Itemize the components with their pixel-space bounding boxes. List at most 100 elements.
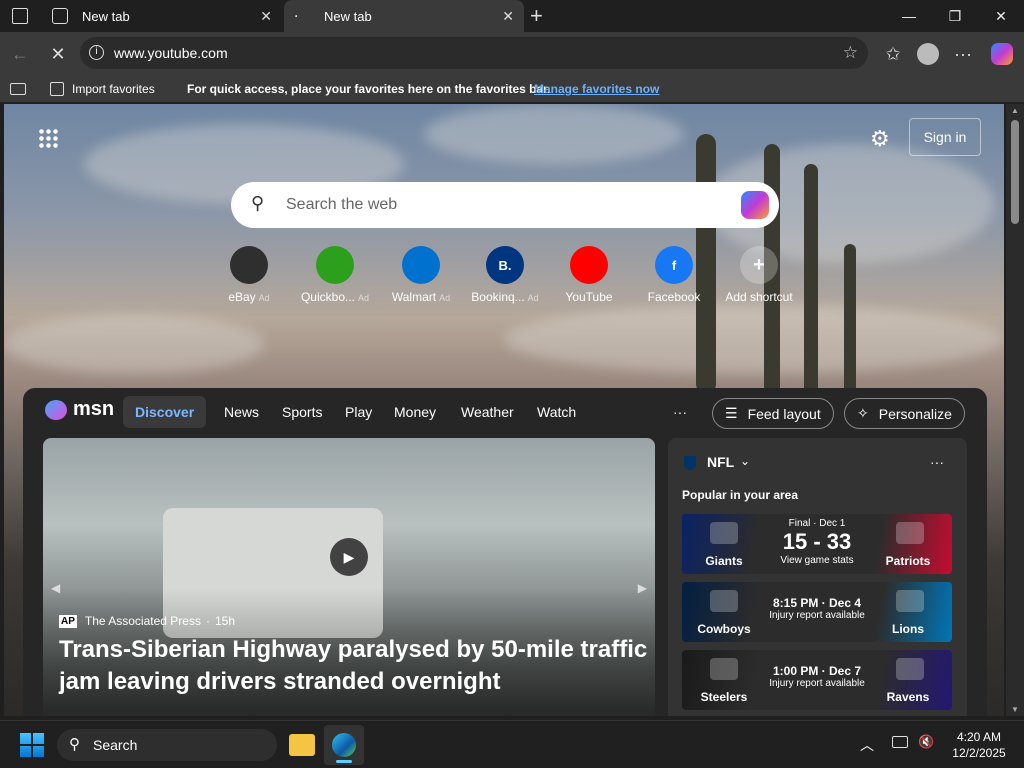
close-tab-icon[interactable]: ✕	[502, 8, 514, 25]
game-row[interactable]: Steelers Ravens 1:00 PM · Dec 7 Injury repo…	[682, 650, 952, 710]
shortcut-label: Quickbo...	[300, 290, 355, 304]
personalize-button[interactable]: ✧ Personalize	[844, 398, 965, 429]
more-options-icon[interactable]: ···	[950, 40, 976, 68]
away-team: Patriots	[885, 554, 931, 568]
game-row[interactable]: Giants Patriots Final · Dec 1 15 - 33 View g…	[682, 514, 952, 574]
shortcut-tile[interactable]: + Add shortcut	[714, 246, 804, 304]
stop-loading-icon[interactable]: ✕	[44, 40, 72, 68]
search-icon: ⚲	[251, 193, 265, 213]
file-explorer-icon[interactable]	[289, 734, 315, 756]
taskbar-search[interactable]: ⚲ Search	[57, 729, 277, 761]
shortcut-label: eBay	[228, 290, 256, 304]
close-tab-icon[interactable]: ✕	[260, 8, 272, 25]
url-text[interactable]: www.youtube.com	[114, 45, 228, 61]
import-favorites-button[interactable]: Import favorites	[72, 82, 155, 96]
butterfly-icon	[45, 399, 67, 420]
shortcut-label: Walmart	[391, 290, 437, 304]
tab-2-active[interactable]: . New tab ✕	[284, 0, 524, 32]
nfl-card: NFL ⌄ ··· Popular in your area Giants Pat…	[668, 438, 967, 716]
favorites-icon[interactable]: ✩	[880, 40, 906, 68]
feed-layout-button[interactable]: ☰ Feed layout	[712, 398, 834, 429]
clock[interactable]: 4:20 AM 12/2/2025	[946, 729, 1012, 761]
ad-badge: Ad	[439, 293, 451, 303]
shortcut-tile[interactable]: Quickbo... Ad	[290, 246, 380, 304]
shortcut-label: Facebook	[647, 290, 701, 304]
shortcut-tile[interactable]: B. Bookinq... Ad	[460, 246, 550, 304]
network-icon[interactable]	[892, 736, 908, 748]
site-info-icon[interactable]: i	[89, 45, 104, 60]
new-tab-page: ⚙ Sign in ⚲ Search the web eBay Ad Quickbo…	[4, 104, 1004, 716]
team-logo-icon	[710, 522, 738, 544]
shortcut-tile[interactable]: f Facebook	[629, 246, 719, 304]
ad-badge: Ad	[527, 293, 539, 303]
headline[interactable]: Trans-Siberian Highway paralysed by 50-m…	[59, 634, 649, 698]
nav-weather[interactable]: Weather	[461, 404, 514, 420]
team-logo-icon	[710, 658, 738, 680]
taskbar: ⚲ Search ︿ 🔇 4:20 AM 12/2/2025	[0, 720, 1024, 768]
ad-badge: Ad	[358, 293, 370, 303]
new-tab-button[interactable]: +	[530, 3, 543, 29]
sidebar-icon[interactable]	[10, 83, 26, 95]
nav-sports[interactable]: Sports	[282, 404, 322, 420]
page-scrollbar[interactable]: ▲ ▼	[1006, 104, 1024, 716]
sign-in-button[interactable]: Sign in	[909, 118, 981, 156]
cactus-image	[804, 164, 818, 394]
shortcut-tile[interactable]: Walmart Ad	[376, 246, 466, 304]
game-row[interactable]: Cowboys Lions 8:15 PM · Dec 4 Injury report…	[682, 582, 952, 642]
chevron-down-icon[interactable]: ⌄	[740, 454, 750, 468]
volume-icon[interactable]: 🔇	[918, 734, 934, 750]
booking-icon: B.	[486, 246, 524, 284]
nav-watch[interactable]: Watch	[537, 404, 576, 420]
search-input[interactable]: Search the web	[286, 196, 397, 214]
favorite-star-icon[interactable]: ☆	[843, 43, 858, 63]
loading-icon: .	[294, 4, 299, 21]
search-box[interactable]: ⚲ Search the web	[231, 182, 779, 228]
minimize-button[interactable]: —	[886, 0, 932, 32]
home-team: Cowboys	[697, 622, 751, 636]
edge-icon[interactable]	[324, 725, 364, 765]
shortcut-tile[interactable]: YouTube	[544, 246, 634, 304]
game-main: 8:15 PM · Dec 4	[772, 596, 862, 610]
copilot-icon[interactable]	[741, 191, 769, 219]
nav-play[interactable]: Play	[345, 404, 372, 420]
settings-icon[interactable]: ⚙	[870, 126, 890, 152]
import-icon	[50, 82, 64, 96]
game-sub: Injury report available	[769, 610, 865, 621]
apps-grid-icon[interactable]	[38, 128, 58, 148]
tab-1[interactable]: New tab ✕	[42, 0, 282, 32]
ad-badge: Ad	[258, 293, 270, 303]
tab-actions-icon[interactable]	[12, 8, 28, 24]
team-logo-icon	[896, 522, 924, 544]
chevron-up-icon[interactable]: ︿	[860, 735, 874, 755]
more-nav-icon[interactable]: ···	[673, 404, 687, 420]
scrollbar-thumb[interactable]	[1011, 120, 1019, 224]
plus-icon: +	[740, 246, 778, 284]
card-more-icon[interactable]: ···	[930, 454, 944, 470]
game-info: Final · Dec 1 15 - 33 View game stats	[752, 518, 882, 566]
msn-logo[interactable]: msn	[45, 398, 114, 421]
away-team: Lions	[892, 622, 924, 636]
walmart-icon	[402, 246, 440, 284]
back-icon[interactable]: ←	[6, 40, 34, 68]
quickbooks-icon	[316, 246, 354, 284]
copilot-icon[interactable]	[988, 40, 1016, 68]
play-button[interactable]: ▶	[330, 538, 368, 576]
cactus-image	[844, 244, 856, 394]
manage-favorites-link[interactable]: Manage favorites now	[534, 82, 659, 96]
shortcut-label: YouTube	[565, 290, 613, 304]
shortcut-label: Add shortcut	[725, 290, 793, 304]
start-button[interactable]	[20, 733, 44, 757]
close-window-button[interactable]: ✕	[978, 0, 1024, 32]
address-bar[interactable]: i www.youtube.com ☆	[80, 37, 868, 69]
nav-news[interactable]: News	[224, 404, 259, 420]
profile-avatar-icon[interactable]	[914, 40, 942, 68]
shortcut-label: Bookinq...	[471, 290, 525, 304]
toolbar: ← ✕ i www.youtube.com ☆ ✩ ···	[0, 32, 1024, 76]
nav-discover[interactable]: Discover	[123, 396, 207, 428]
shortcut-tile[interactable]: eBay Ad	[204, 246, 294, 304]
nav-money[interactable]: Money	[394, 404, 436, 420]
hero-story[interactable]: ▶ ◀ ▶ AP The Associated Press·15h Trans-…	[43, 438, 655, 716]
restore-button[interactable]: ❐	[932, 0, 978, 32]
msn-feed: msn Discover News Sports Play Money Weather Wa…	[23, 388, 987, 716]
nfl-title[interactable]: NFL	[707, 454, 734, 470]
